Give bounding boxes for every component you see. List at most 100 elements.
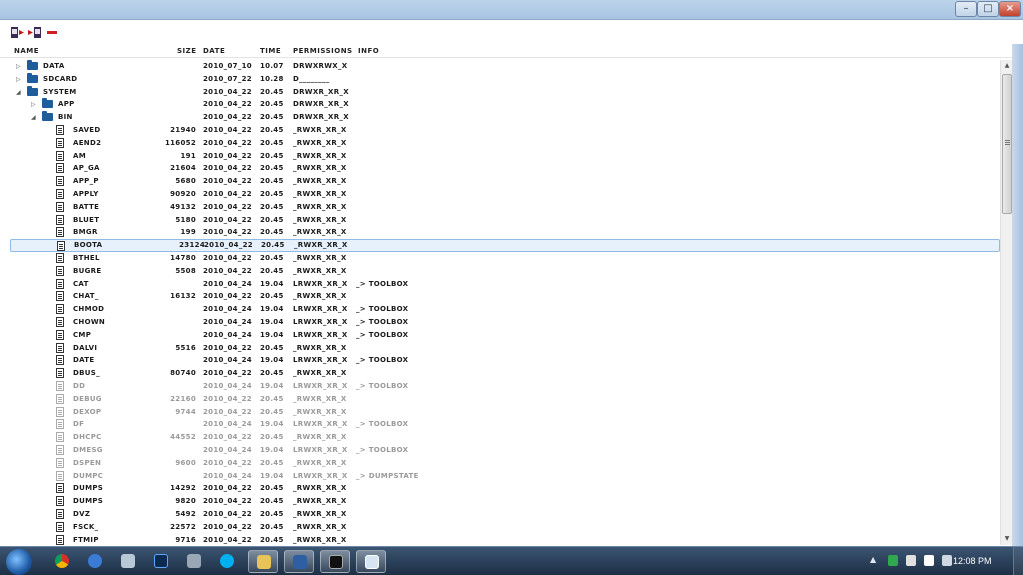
taskbar-app-cmd[interactable] — [320, 550, 350, 573]
row-info: _> TOOLBOX — [356, 356, 409, 365]
tree-file-row[interactable]: AM 191 2010_04_22 20.45 _RWXR_XR_X — [0, 150, 1000, 163]
tree-file-row[interactable]: AP_GA 21604 2010_04_22 20.45 _RWXR_XR_X — [0, 162, 1000, 175]
taskbar-app-explorer[interactable] — [248, 550, 278, 573]
row-info: _> TOOLBOX — [356, 420, 409, 429]
close-button[interactable]: × — [999, 1, 1021, 17]
expanded-arrow-icon[interactable]: ◢ — [31, 114, 36, 121]
tree-file-row[interactable]: DUMPS 9820 2010_04_22 20.45 _RWXR_XR_X — [0, 495, 1000, 508]
collapsed-arrow-icon[interactable]: ▷ — [16, 63, 21, 70]
row-size: 80740 — [170, 369, 196, 378]
taskbar-app-world[interactable] — [80, 550, 110, 573]
signal-icon[interactable] — [906, 555, 916, 566]
row-name: DATA — [43, 62, 65, 70]
title-bar[interactable]: – □ × — [0, 0, 1023, 20]
row-permissions: _RWXR_XR_X — [293, 292, 347, 301]
header-name[interactable]: NAME — [14, 47, 39, 55]
tree-file-row[interactable]: BOOTA 23124 2010_04_22 20.45 _RWXR_XR_X — [10, 239, 1000, 252]
row-permissions: _RWXR_XR_X — [293, 497, 347, 506]
tree-folder-row[interactable]: ▷ DATA 2010_07_10 10.07 DRWXRWX_X — [0, 60, 1000, 73]
delete-icon[interactable] — [47, 31, 57, 34]
header-info[interactable]: INFO — [358, 47, 379, 55]
row-size: 49132 — [170, 202, 196, 211]
file-icon — [56, 432, 64, 443]
row-name: CMP — [73, 330, 92, 339]
taskbar-app-window[interactable] — [356, 550, 386, 573]
taskbar-app-winamp[interactable] — [113, 550, 143, 573]
tree-file-row[interactable]: BATTE 49132 2010_04_22 20.45 _RWXR_XR_X — [0, 201, 1000, 214]
row-name: DD — [73, 382, 86, 390]
taskbar-app-chrome[interactable] — [47, 550, 77, 573]
maximize-button[interactable]: □ — [977, 1, 999, 17]
row-name: DUMPS — [73, 497, 104, 506]
network-icon[interactable] — [888, 555, 898, 566]
tree-file-row[interactable]: DALVI 5516 2010_04_22 20.45 _RWXR_XR_X — [0, 342, 1000, 355]
row-date: 2010_04_22 — [203, 535, 252, 544]
pull-icon[interactable] — [11, 26, 25, 39]
tree-file-row[interactable]: BMGR 199 2010_04_22 20.45 _RWXR_XR_X — [0, 226, 1000, 239]
tree-file-row[interactable]: DMESG 2010_04_24 19.04 LRWXR_XR_X _> TOOLBOX — [0, 444, 1000, 457]
minimize-button[interactable]: – — [955, 1, 977, 17]
taskbar-app-photoshop[interactable] — [146, 550, 176, 573]
tree-file-row[interactable]: CAT 2010_04_24 19.04 LRWXR_XR_X _> TOOLBOX — [0, 278, 1000, 291]
row-size: 21940 — [170, 126, 196, 134]
tree-file-row[interactable]: DATE 2010_04_24 19.04 LRWXR_XR_X _> TOOLBOX — [0, 354, 1000, 367]
tree-folder-row[interactable]: ◢ SYSTEM 2010_04_22 20.45 DRWXR_XR_X — [0, 85, 1000, 99]
tree-file-row[interactable]: AEND2 116052 2010_04_22 20.45 _RWXR_XR_X — [0, 137, 1000, 150]
tree-folder-row[interactable]: ▷ APP 2010_04_22 20.45 DRWXR_XR_X — [0, 98, 1000, 111]
collapsed-arrow-icon[interactable]: ▷ — [31, 101, 36, 108]
tree-file-row[interactable]: DSPEN 9600 2010_04_22 20.45 _RWXR_XR_X — [0, 457, 1000, 470]
tree-file-row[interactable]: CHOWN 2010_04_24 19.04 LRWXR_XR_X _> TOOLBOX — [0, 316, 1000, 329]
file-icon — [56, 521, 64, 532]
tree-file-row[interactable]: DEXOP 9744 2010_04_22 20.45 _RWXR_XR_X — [0, 406, 1000, 419]
tree-file-row[interactable]: DD 2010_04_24 19.04 LRWXR_XR_X _> TOOLBOX — [0, 380, 1000, 393]
row-time: 20.45 — [260, 100, 284, 109]
row-name: SAVED — [73, 126, 101, 134]
taskbar-app-skype[interactable] — [212, 550, 242, 573]
row-size: 23124 — [179, 241, 205, 250]
tree-file-row[interactable]: SAVED 21940 2010_04_22 20.45 _RWXR_XR_X — [0, 124, 1000, 137]
taskbar-app-daemon[interactable] — [179, 550, 209, 573]
file-icon — [56, 214, 64, 225]
scroll-thumb[interactable] — [1002, 74, 1012, 214]
vertical-scrollbar[interactable]: ▲ ▼ — [1000, 60, 1012, 545]
tree-file-row[interactable]: DHCPC 44552 2010_04_22 20.45 _RWXR_XR_X — [0, 431, 1000, 444]
tree-file-row[interactable]: CMP 2010_04_24 19.04 LRWXR_XR_X _> TOOLBOX — [0, 329, 1000, 342]
row-size: 9600 — [175, 458, 196, 467]
tree-file-row[interactable]: DF 2010_04_24 19.04 LRWXR_XR_X _> TOOLBOX — [0, 418, 1000, 431]
expanded-arrow-icon[interactable]: ◢ — [16, 89, 21, 96]
tray-expand-icon[interactable]: ▲ — [870, 555, 876, 564]
show-desktop-button[interactable] — [1013, 547, 1023, 575]
header-time[interactable]: TIME — [260, 47, 281, 55]
row-info: _> TOOLBOX — [356, 330, 409, 339]
tree-file-row[interactable]: FTMIP 9716 2010_04_22 20.45 _RWXR_XR_X — [0, 534, 1000, 545]
tree-file-row[interactable]: APPLY 90920 2010_04_22 20.45 _RWXR_XR_X — [0, 188, 1000, 201]
row-permissions: _RWXR_XR_X — [293, 254, 347, 262]
tree-file-row[interactable]: FSCK_ 22572 2010_04_22 20.45 _RWXR_XR_X — [0, 521, 1000, 534]
tree-file-row[interactable]: BLUET 5180 2010_04_22 20.45 _RWXR_XR_X — [0, 214, 1000, 227]
tree-file-row[interactable]: DVZ 5492 2010_04_22 20.45 _RWXR_XR_X — [0, 508, 1000, 521]
tree-folder-row[interactable]: ▷ SDCARD 2010_07_22 10.28 D________ — [0, 72, 1000, 86]
start-orb-icon[interactable] — [6, 549, 32, 575]
taskbar-clock[interactable]: 12:08 PM — [953, 556, 992, 566]
action-center-icon[interactable] — [924, 555, 934, 566]
row-permissions: LRWXR_XR_X — [293, 330, 348, 339]
header-date[interactable]: DATE — [203, 47, 225, 55]
tree-file-row[interactable]: BTHEL 14780 2010_04_22 20.45 _RWXR_XR_X — [0, 252, 1000, 265]
tree-file-row[interactable]: BUGRE 5508 2010_04_22 20.45 _RWXR_XR_X — [0, 265, 1000, 278]
tree-file-row[interactable]: APP_P 5680 2010_04_22 20.45 _RWXR_XR_X — [0, 175, 1000, 188]
winamp-icon — [121, 554, 135, 568]
header-size[interactable]: SIZE — [177, 47, 197, 55]
push-icon[interactable] — [28, 26, 42, 39]
taskbar-app-java[interactable] — [284, 550, 314, 573]
tree-file-row[interactable]: CHMOD 2010_04_24 19.04 LRWXR_XR_X _> TOOLBOX — [0, 303, 1000, 316]
tree-file-row[interactable]: DEBUG 22160 2010_04_22 20.45 _RWXR_XR_X — [0, 393, 1000, 406]
header-permissions[interactable]: PERMISSIONS — [293, 47, 353, 55]
row-size: 14780 — [170, 254, 196, 262]
tree-file-row[interactable]: DUMPS 14292 2010_04_22 20.45 _RWXR_XR_X — [0, 482, 1000, 495]
tree-folder-row[interactable]: ◢ BIN 2010_04_22 20.45 DRWXR_XR_X — [0, 111, 1000, 124]
tree-file-row[interactable]: DUMPC 2010_04_24 19.04 LRWXR_XR_X _> DUMPSTA… — [0, 470, 1000, 483]
tree-file-row[interactable]: DBUS_ 80740 2010_04_22 20.45 _RWXR_XR_X — [0, 367, 1000, 380]
collapsed-arrow-icon[interactable]: ▷ — [16, 76, 21, 83]
volume-icon[interactable] — [942, 555, 952, 566]
tree-file-row[interactable]: CHAT_ 16132 2010_04_22 20.45 _RWXR_XR_X — [0, 290, 1000, 303]
